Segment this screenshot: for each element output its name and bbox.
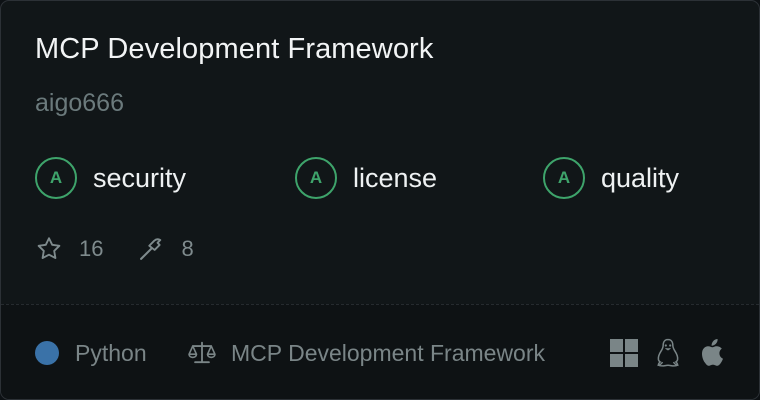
- server-card[interactable]: MCP Development Framework aigo666 A secu…: [0, 0, 760, 400]
- language-label: Python: [75, 339, 147, 366]
- tools-count: 8: [181, 236, 194, 261]
- card-title[interactable]: MCP Development Framework: [35, 33, 433, 66]
- card-footer: Python MCP Development Framework: [1, 304, 759, 399]
- grade-badge: A: [35, 157, 77, 199]
- stars-count: 16: [79, 236, 104, 261]
- grade-label: security: [93, 162, 187, 193]
- grade-security: A security: [35, 155, 186, 201]
- language-color-dot: [35, 341, 59, 365]
- license: MCP Development Framework: [187, 339, 545, 367]
- apple-icon: [700, 336, 726, 370]
- license-label: MCP Development Framework: [231, 339, 546, 366]
- windows-icon: [610, 336, 638, 370]
- star-icon: [35, 235, 63, 263]
- card-owner[interactable]: aigo666: [35, 89, 124, 118]
- grade-badge: A: [295, 157, 337, 199]
- linux-icon: [655, 336, 681, 370]
- grade-label: quality: [601, 162, 680, 193]
- grade-badge: A: [543, 157, 585, 199]
- grade-license: A license: [295, 155, 437, 201]
- stars-stat: 16: [35, 235, 103, 263]
- grade-quality: A quality: [543, 155, 679, 201]
- hammer-icon: [137, 235, 165, 263]
- tools-stat: 8: [137, 235, 194, 263]
- scale-icon: [187, 339, 217, 367]
- stats-row: 16 8: [35, 233, 194, 265]
- language: Python: [35, 339, 147, 366]
- grade-label: license: [353, 162, 438, 193]
